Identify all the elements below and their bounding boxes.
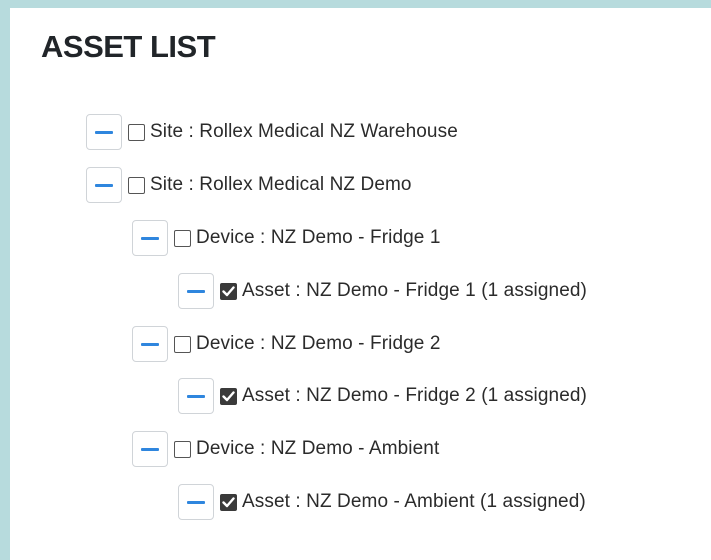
tree-node-label: Asset : NZ Demo - Ambient (1 assigned): [242, 491, 586, 512]
minus-icon: [187, 394, 205, 398]
collapse-toggle-button[interactable]: [178, 273, 214, 309]
asset-tree: Site : Rollex Medical NZ Warehouse Site …: [10, 8, 711, 560]
tree-node-label: Device : NZ Demo - Fridge 2: [196, 333, 441, 354]
tree-node-device-fridge-2: Device : NZ Demo - Fridge 2: [132, 324, 441, 364]
minus-icon: [95, 183, 113, 187]
collapse-toggle-button[interactable]: [178, 378, 214, 414]
collapse-toggle-button[interactable]: [132, 326, 168, 362]
minus-icon: [141, 342, 159, 346]
minus-icon: [187, 289, 205, 293]
tree-node-asset-ambient: Asset : NZ Demo - Ambient (1 assigned): [178, 482, 586, 522]
tree-node-label: Device : NZ Demo - Fridge 1: [196, 227, 441, 248]
tree-node-label: Device : NZ Demo - Ambient: [196, 438, 440, 459]
node-checkbox[interactable]: [174, 229, 191, 247]
node-checkbox[interactable]: [174, 440, 191, 458]
minus-icon: [141, 447, 159, 451]
node-checkbox[interactable]: [128, 176, 145, 194]
node-checkbox[interactable]: [174, 335, 191, 353]
tree-node-asset-fridge-1: Asset : NZ Demo - Fridge 1 (1 assigned): [178, 271, 587, 311]
checkmark-icon: [222, 285, 235, 296]
tree-node-device-fridge-1: Device : NZ Demo - Fridge 1: [132, 218, 441, 258]
collapse-toggle-button[interactable]: [132, 431, 168, 467]
collapse-toggle-button[interactable]: [86, 114, 122, 150]
node-checkbox[interactable]: [128, 123, 145, 141]
collapse-toggle-button[interactable]: [178, 484, 214, 520]
tree-node-label: Asset : NZ Demo - Fridge 1 (1 assigned): [242, 280, 587, 301]
tree-node-label: Site : Rollex Medical NZ Demo: [150, 174, 412, 195]
tree-node-asset-fridge-2: Asset : NZ Demo - Fridge 2 (1 assigned): [178, 376, 587, 416]
tree-node-device-ambient: Device : NZ Demo - Ambient: [132, 429, 439, 469]
minus-icon: [187, 500, 205, 504]
tree-node-label: Site : Rollex Medical NZ Warehouse: [150, 121, 458, 142]
collapse-toggle-button[interactable]: [86, 167, 122, 203]
collapse-toggle-button[interactable]: [132, 220, 168, 256]
checkmark-icon: [222, 496, 235, 507]
minus-icon: [95, 130, 113, 134]
checkmark-icon: [222, 390, 235, 401]
tree-node-site-demo: Site : Rollex Medical NZ Demo: [86, 165, 412, 205]
node-checkbox[interactable]: [220, 282, 237, 300]
tree-node-site-warehouse: Site : Rollex Medical NZ Warehouse: [86, 112, 458, 152]
minus-icon: [141, 236, 159, 240]
asset-list-panel: ASSET LIST Site : Rollex Medical NZ Ware…: [10, 8, 711, 560]
node-checkbox[interactable]: [220, 387, 237, 405]
tree-node-label: Asset : NZ Demo - Fridge 2 (1 assigned): [242, 385, 587, 406]
node-checkbox[interactable]: [220, 493, 237, 511]
